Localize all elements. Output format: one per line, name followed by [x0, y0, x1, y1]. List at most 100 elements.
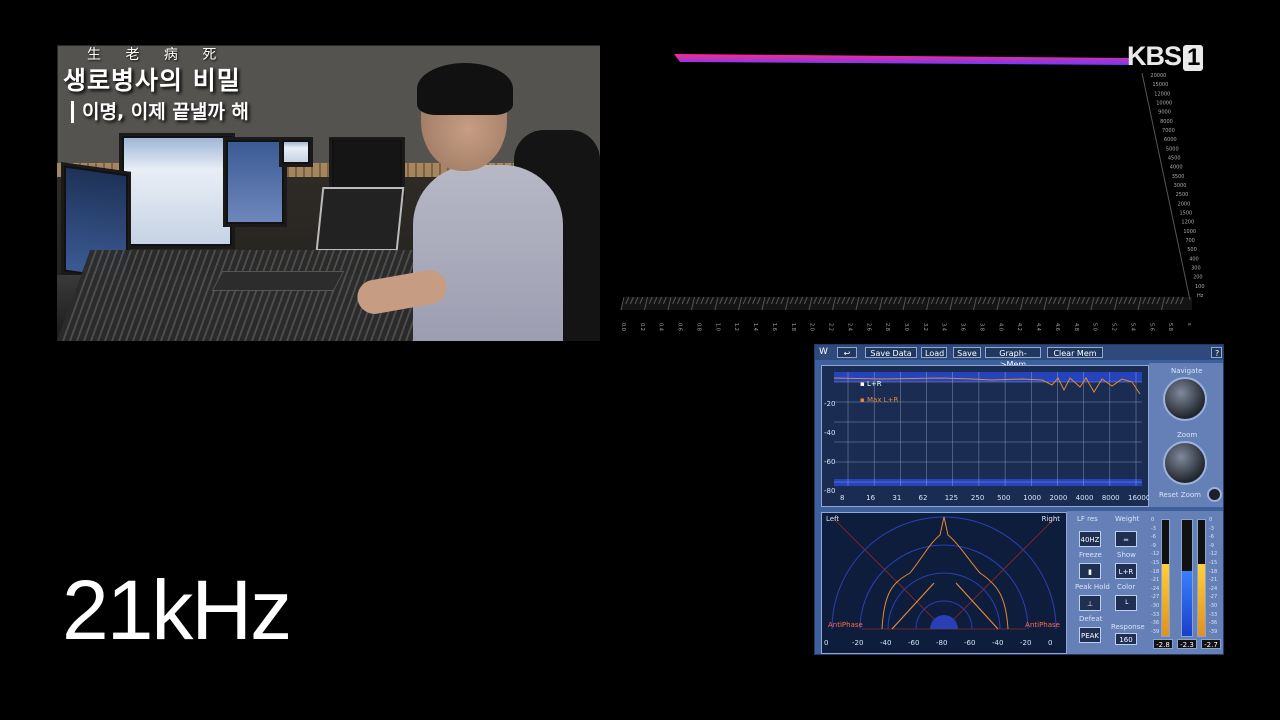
plugin-toolbar: W ↩ Save Data Load Save Graph->Mem Clear… [815, 345, 1223, 369]
kbs-channel-number: 1 [1183, 45, 1204, 71]
spectrum-freq-label: 1000 [1183, 229, 1196, 235]
laptop [315, 187, 405, 251]
y-label-40: -40 [824, 429, 836, 437]
meter-left-fill [1162, 564, 1169, 636]
color-label: Color [1117, 583, 1136, 591]
meter-right-readout: -2.7 [1201, 639, 1221, 649]
studio-monitor-plugin [223, 137, 287, 227]
controls-panel: LF res 40HZ Weight ═ Freeze ▮ Show L+R P… [1067, 511, 1223, 654]
meter-scale-label: -24 [1151, 585, 1160, 592]
spectrum-time-label: 4.6 [1054, 323, 1060, 331]
stereo-x-label: -40 [880, 639, 892, 647]
freq-x-label: 8 [840, 494, 845, 502]
stereo-x-label: -40 [992, 639, 1004, 647]
meter-scale-label: -6 [1209, 534, 1214, 541]
meter-scale-label: -15 [1151, 560, 1160, 566]
show-button[interactable]: L+R [1115, 563, 1137, 579]
freeze-label: Freeze [1079, 551, 1102, 559]
freq-x-label: 62 [918, 494, 928, 502]
freq-x-label: 2000 [1049, 494, 1068, 502]
person-shirt [413, 165, 563, 341]
peak-hold-button[interactable]: ⊥ [1079, 595, 1101, 611]
stereo-field-canvas [831, 516, 1057, 630]
stereo-x-label: -20 [852, 639, 864, 647]
undo-button[interactable]: ↩ [837, 347, 857, 358]
weight-button[interactable]: ═ [1115, 531, 1137, 547]
spectrum-freq-label: Hz [1197, 293, 1204, 299]
meter-right [1197, 519, 1206, 637]
meter-scale-label: -30 [1151, 603, 1160, 609]
meter-scale-label: -36 [1209, 620, 1218, 627]
meter-scale-label: -18 [1209, 568, 1218, 575]
spectrum-time-label: 2.6 [865, 323, 871, 331]
freq-x-label: 125 [944, 494, 959, 502]
legend-lr-text: L+R [866, 380, 882, 388]
legend-max-lr-text: Max L+R [866, 396, 899, 404]
spectrum-time-label: 4.0 [997, 323, 1003, 331]
navigate-label: Navigate [1171, 367, 1203, 375]
spectrum-time-label: 1.2 [733, 323, 739, 331]
episode-subtitle: 이명, 이제 끝낼까 해 [71, 101, 249, 123]
spectrum-freq-label: 300 [1191, 266, 1201, 272]
y-label-20: -20 [824, 400, 836, 408]
freq-x-label: 500 [997, 494, 1011, 502]
spectrum-time-label: 3.6 [960, 323, 966, 331]
zoom-knob[interactable] [1163, 441, 1207, 485]
meter-scale-label: 0 [1209, 517, 1213, 523]
meter-scale-label: -15 [1209, 560, 1218, 566]
reset-zoom-button[interactable] [1207, 487, 1222, 502]
freq-x-label: 16 [866, 494, 876, 502]
freeze-button[interactable]: ▮ [1079, 563, 1101, 579]
graph-to-mem-button[interactable]: Graph->Mem [985, 347, 1041, 369]
defeat-button[interactable]: PEAK [1079, 627, 1101, 643]
meter-scale-label: 0 [1151, 517, 1155, 523]
save-button[interactable]: Save [953, 347, 981, 358]
spectrum-freq-label: 2500 [1176, 192, 1189, 198]
peak-hold-label: Peak Hold [1075, 583, 1110, 591]
freq-x-label: 31 [892, 494, 902, 502]
lf-res-button[interactable]: 40HZ [1079, 531, 1101, 547]
spectrum-time-label: 1.4 [752, 323, 758, 331]
help-button[interactable]: ? [1211, 347, 1222, 358]
stereo-x-label: -80 [936, 639, 948, 647]
spectrum-time-label: 2.2 [828, 323, 834, 331]
spectrum-time-label: 3.4 [941, 323, 947, 331]
meter-scale-label: -30 [1209, 603, 1218, 609]
spectrum-time-label: 4.2 [1016, 323, 1022, 331]
save-data-button[interactable]: Save Data [865, 347, 917, 358]
response-button[interactable]: 160 [1115, 633, 1137, 645]
meter-left-readout: -2.8 [1153, 639, 1173, 649]
paz-analyzer-plugin: W ↩ Save Data Load Save Graph->Mem Clear… [814, 344, 1224, 655]
load-button[interactable]: Load [921, 347, 947, 358]
legend-max-lr: ▪ Max L+R [860, 396, 899, 404]
spectrum-time-label: 3.0 [903, 323, 909, 331]
spectrum-time-label: 1.8 [790, 323, 796, 331]
defeat-label: Defeat [1079, 615, 1103, 623]
y-label-60: -60 [824, 458, 836, 466]
spectrum-freq-label: 4000 [1170, 165, 1183, 171]
spectrogram-3d: 20000 15000 12000 10000 9000 8000 7000 6000 5000… [604, 45, 1223, 341]
freq-x-label: 8000 [1101, 494, 1120, 502]
reset-zoom-label: Reset Zoom [1159, 491, 1201, 499]
clear-mem-button[interactable]: Clear Mem [1047, 347, 1103, 358]
spectrum-time-label: 1.6 [771, 323, 777, 331]
meter-scale-label: -39 [1151, 628, 1160, 635]
spectrum-freq-label: 2000 [1178, 201, 1191, 207]
studio-monitor-main [119, 133, 235, 249]
stereo-x-label: -20 [1020, 639, 1032, 647]
spectrum-time-label: 5.6 [1148, 323, 1154, 331]
spectrum-freq-label: 7000 [1162, 128, 1175, 134]
spectrum-freq-label: 400 [1189, 256, 1199, 262]
meter-scale-label: -27 [1209, 594, 1218, 601]
video-panel: 生 老 病 死 생로병사의 비밀 이명, 이제 끝낼까 해 [57, 45, 600, 341]
program-title: 생로병사의 비밀 [63, 66, 241, 95]
meter-scale-label: -9 [1151, 542, 1156, 549]
spectrum-time-label: 5.4 [1129, 323, 1135, 331]
spectrum-freq-label: 9000 [1158, 110, 1171, 116]
meter-left [1161, 519, 1170, 637]
antiphase-right-label: AntiPhase [1025, 621, 1060, 629]
navigate-knob[interactable] [1163, 377, 1207, 421]
color-button[interactable]: └ [1115, 595, 1137, 611]
meter-scale-label: -33 [1209, 611, 1218, 618]
spectrum-time-label: 1.0 [714, 323, 720, 331]
